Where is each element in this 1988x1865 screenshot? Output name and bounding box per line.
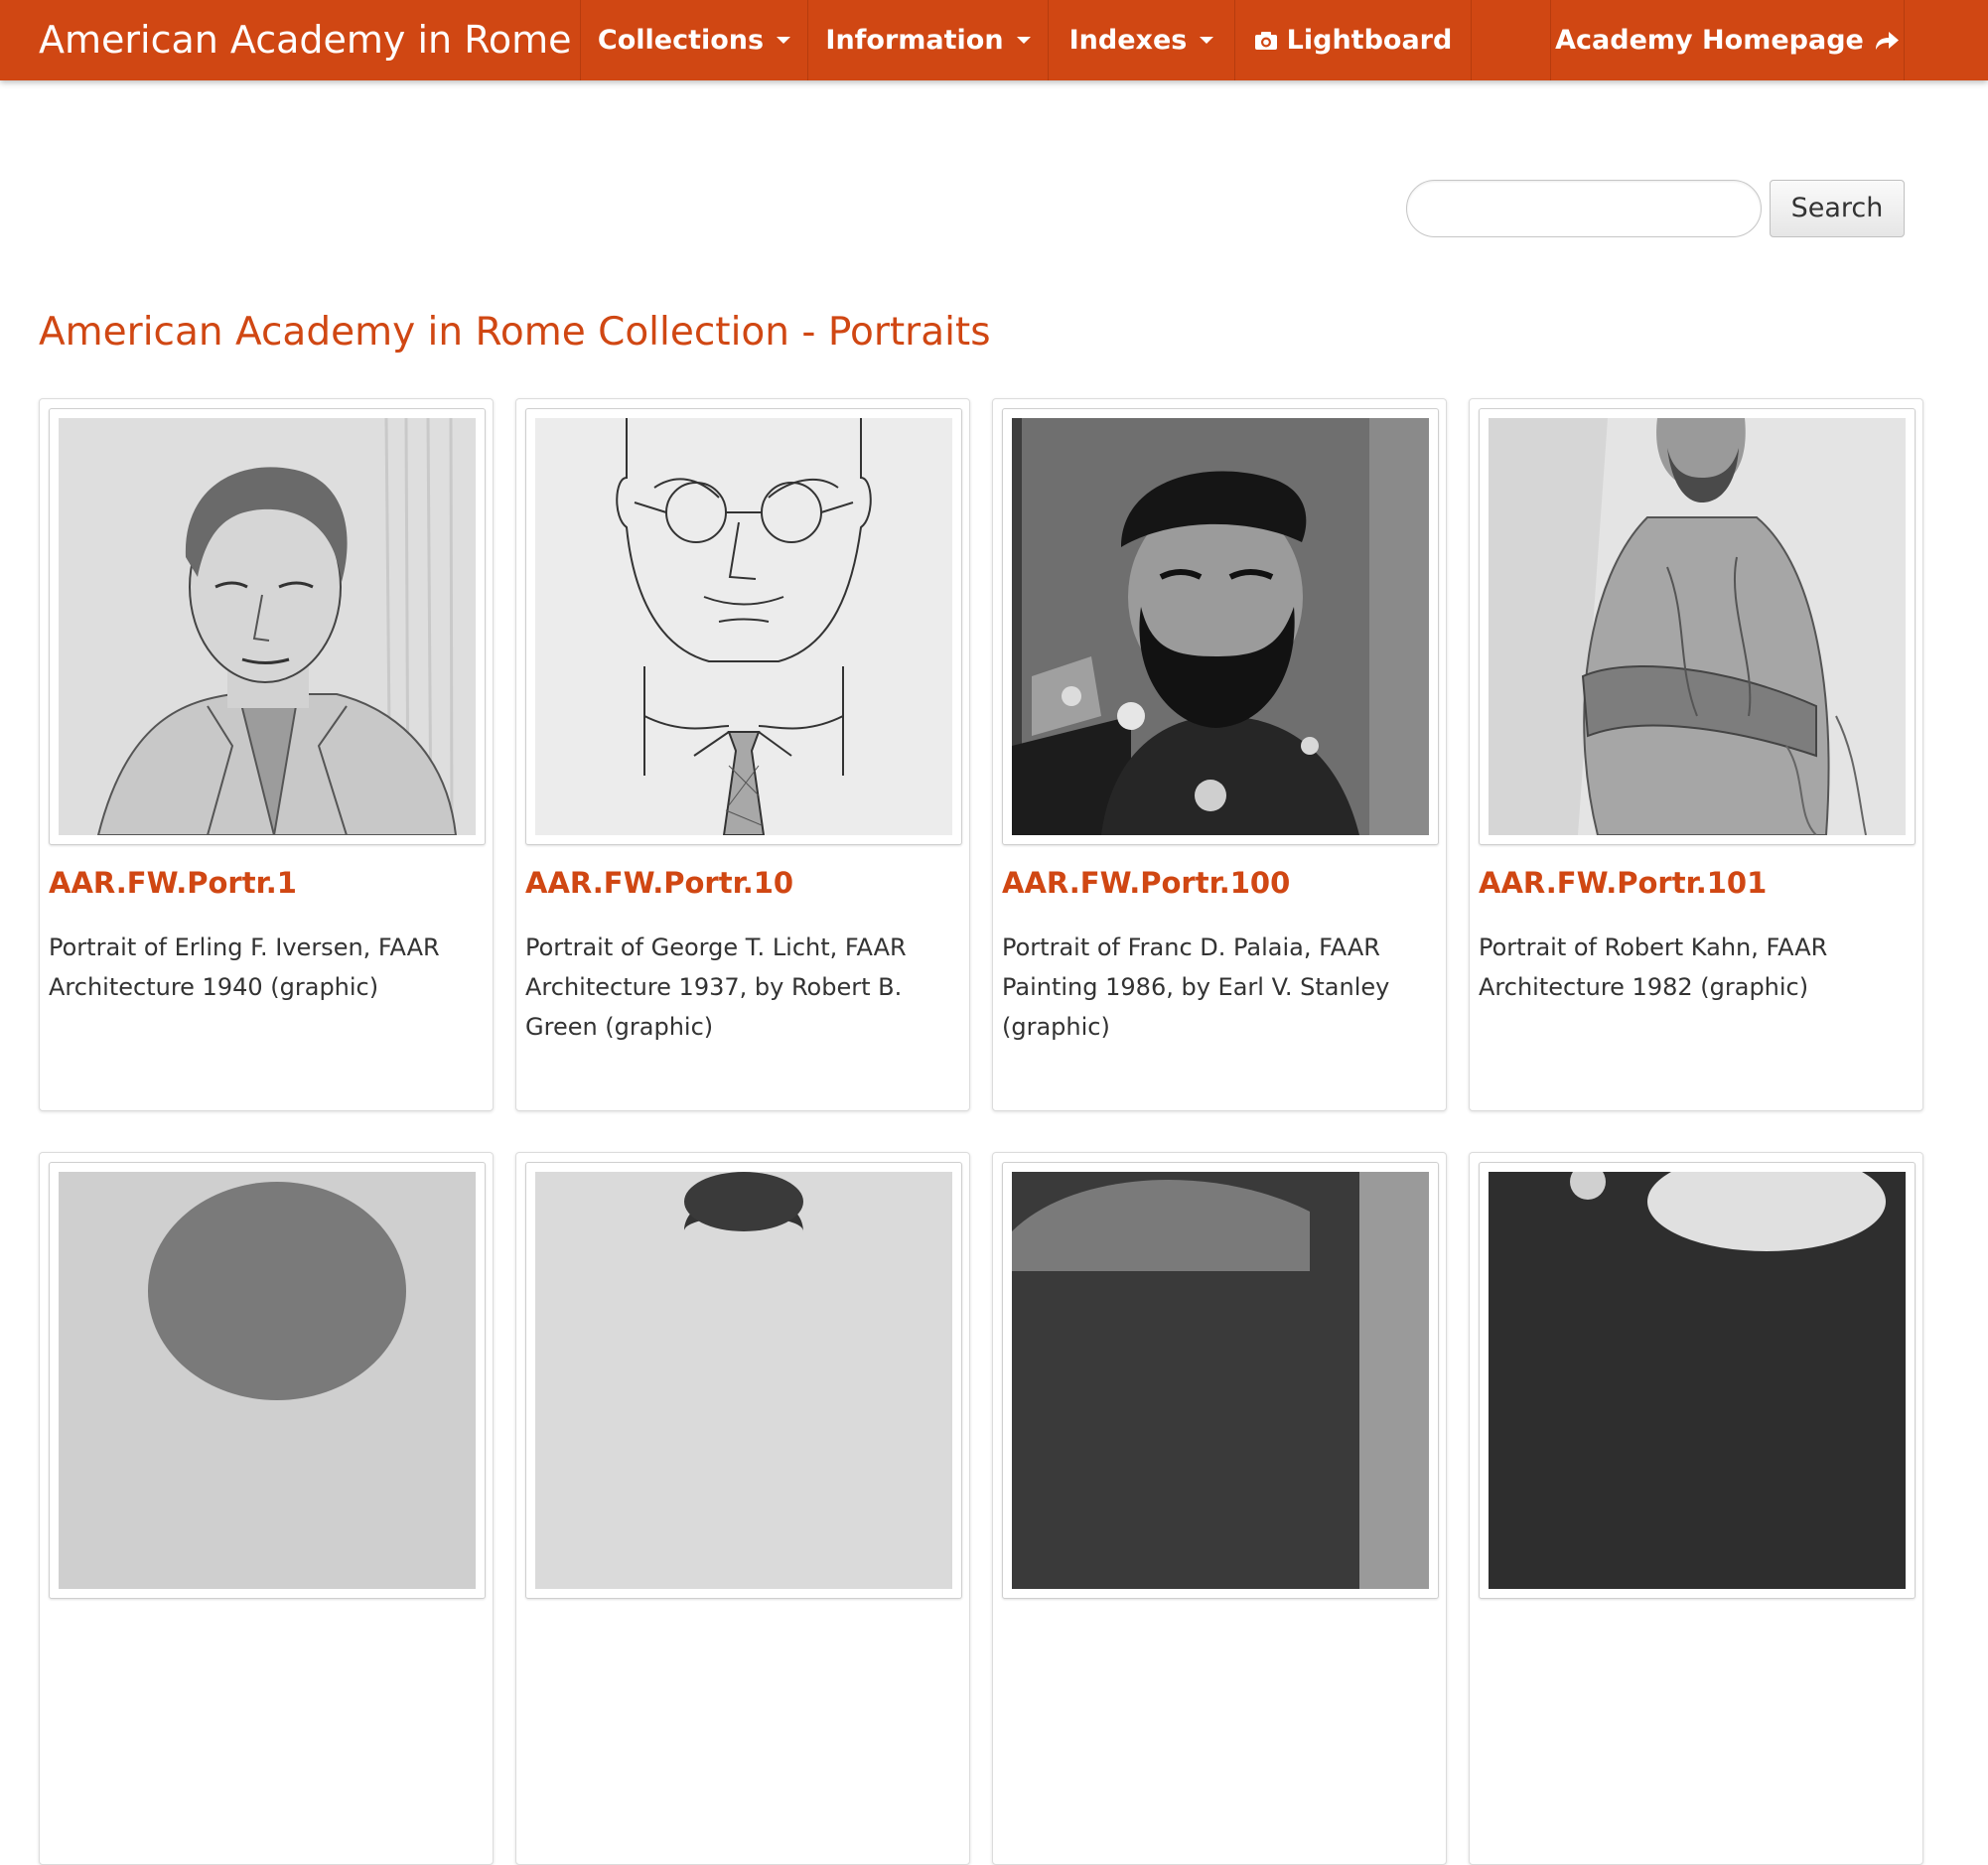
nav-academy-homepage-link[interactable]: Academy Homepage <box>1550 0 1905 80</box>
card-id-link[interactable]: AAR.FW.Portr.101 <box>1479 866 1767 900</box>
top-navbar: American Academy in Rome Collections Inf… <box>0 0 1988 80</box>
share-arrow-icon <box>1875 31 1899 50</box>
card-description: Portrait of Franc D. Palaia, FAAR Painti… <box>1002 933 1390 1041</box>
portrait-thumbnail-image[interactable] <box>535 1172 952 1589</box>
nav-indexes-dropdown[interactable]: Indexes <box>1048 0 1234 80</box>
search-input[interactable] <box>1406 180 1762 237</box>
thumbnail-frame[interactable] <box>525 1162 962 1599</box>
nav-lightboard-label: Lightboard <box>1286 25 1453 56</box>
nav-collections-dropdown[interactable]: Collections <box>580 0 807 80</box>
portrait-thumbnail-image[interactable] <box>535 418 952 835</box>
portrait-card <box>1469 1152 1923 1865</box>
thumbnail-frame[interactable] <box>525 408 962 845</box>
portrait-thumbnail-image[interactable] <box>1489 418 1906 835</box>
card-id-link[interactable]: AAR.FW.Portr.1 <box>49 866 297 900</box>
nav-collections-label: Collections <box>597 25 765 56</box>
portrait-card <box>992 1152 1447 1865</box>
thumbnail-frame[interactable] <box>49 408 486 845</box>
thumbnail-frame[interactable] <box>49 1162 486 1599</box>
card-id-link[interactable]: AAR.FW.Portr.100 <box>1002 866 1290 900</box>
nav-indexes-label: Indexes <box>1068 25 1188 56</box>
camera-icon <box>1254 31 1277 50</box>
thumbnail-frame[interactable] <box>1479 1162 1916 1599</box>
nav-spacer <box>1471 0 1550 80</box>
page-title: American Academy in Rome Collection - Po… <box>39 310 991 355</box>
portrait-thumbnail-image[interactable] <box>59 1172 476 1589</box>
nav-academy-homepage-label: Academy Homepage <box>1555 25 1864 56</box>
card-description: Portrait of Erling F. Iversen, FAAR Arch… <box>49 933 440 1001</box>
portrait-card: AAR.FW.Portr.1 Portrait of Erling F. Ive… <box>39 398 494 1111</box>
portrait-card <box>39 1152 494 1865</box>
brand-title[interactable]: American Academy in Rome <box>39 0 572 80</box>
thumbnail-frame[interactable] <box>1479 408 1916 845</box>
nav-lightboard-link[interactable]: Lightboard <box>1234 0 1471 80</box>
thumbnail-frame[interactable] <box>1002 408 1439 845</box>
portrait-card: AAR.FW.Portr.100 Portrait of Franc D. Pa… <box>992 398 1447 1111</box>
portrait-card: AAR.FW.Portr.101 Portrait of Robert Kahn… <box>1469 398 1923 1111</box>
caret-down-icon <box>777 37 791 44</box>
portrait-thumbnail-image[interactable] <box>1012 1172 1429 1589</box>
caret-down-icon <box>1200 37 1214 44</box>
nav-information-dropdown[interactable]: Information <box>807 0 1048 80</box>
caret-down-icon <box>1016 37 1031 44</box>
nav-information-label: Information <box>825 25 1004 56</box>
thumbnail-frame[interactable] <box>1002 1162 1439 1599</box>
portrait-thumbnail-image[interactable] <box>1489 1172 1906 1589</box>
card-id-link[interactable]: AAR.FW.Portr.10 <box>525 866 793 900</box>
portrait-thumbnail-image[interactable] <box>59 418 476 835</box>
portrait-card <box>515 1152 970 1865</box>
portrait-thumbnail-image[interactable] <box>1012 418 1429 835</box>
portrait-card: AAR.FW.Portr.10 Portrait of George T. Li… <box>515 398 970 1111</box>
search-button[interactable]: Search <box>1770 180 1905 237</box>
card-description: Portrait of Robert Kahn, FAAR Architectu… <box>1479 933 1828 1001</box>
card-description: Portrait of George T. Licht, FAAR Archit… <box>525 933 907 1041</box>
